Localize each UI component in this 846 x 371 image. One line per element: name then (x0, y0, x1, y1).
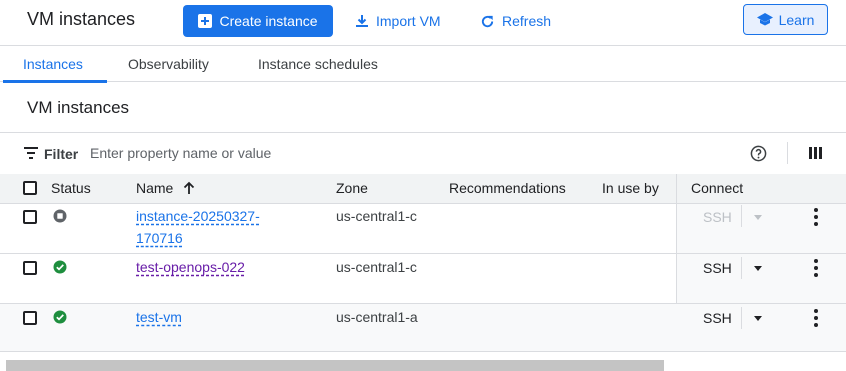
filter-input[interactable] (90, 144, 690, 162)
table-header: Status Name Zone Recommendations In use … (0, 174, 846, 204)
column-header-in-use-by[interactable]: In use by (602, 180, 659, 196)
stopped-status-icon (53, 209, 67, 223)
filter-label: Filter (44, 146, 79, 162)
row-checkbox[interactable] (23, 261, 37, 275)
import-vm-button[interactable]: Import VM (355, 5, 441, 37)
zone-cell: us-central1-a (336, 309, 418, 325)
school-icon (756, 13, 773, 26)
ssh-divider (741, 205, 742, 227)
active-tab-indicator (3, 80, 107, 83)
tab-bar: Instances Observability Instance schedul… (0, 45, 846, 83)
help-icon[interactable] (750, 145, 767, 162)
row-checkbox[interactable] (23, 311, 37, 325)
zone-cell: us-central1-c (336, 208, 417, 224)
learn-button[interactable]: Learn (743, 4, 828, 35)
import-vm-label: Import VM (376, 13, 441, 29)
row-checkbox[interactable] (23, 210, 37, 224)
column-header-zone[interactable]: Zone (336, 180, 368, 196)
create-instance-button[interactable]: Create instance (183, 5, 333, 37)
instance-name-link[interactable]: instance-20250327- 170716 (136, 205, 260, 249)
arrow-up-icon[interactable] (183, 181, 195, 195)
column-display-icon[interactable] (809, 147, 822, 159)
column-header-recommendations[interactable]: Recommendations (449, 180, 566, 196)
tab-instance-schedules[interactable]: Instance schedules (258, 56, 378, 72)
more-actions-icon[interactable] (812, 309, 820, 327)
table-row: instance-20250327- 170716 us-central1-c … (0, 203, 846, 254)
section-title: VM instances (27, 98, 130, 117)
create-instance-label: Create instance (219, 13, 318, 29)
table-row: test-openops-022 us-central1-c SSH (0, 254, 846, 304)
column-header-name[interactable]: Name (136, 180, 173, 196)
ssh-button[interactable]: SSH (703, 310, 732, 326)
filter-icon[interactable] (24, 147, 38, 159)
header-divider (676, 174, 677, 203)
toolbar-divider (787, 142, 788, 164)
ssh-dropdown-icon[interactable] (754, 215, 762, 220)
ssh-button[interactable]: SSH (703, 209, 732, 225)
running-status-icon (53, 260, 67, 274)
more-actions-icon[interactable] (812, 208, 820, 226)
ssh-dropdown-icon[interactable] (754, 316, 762, 321)
add-box-icon (198, 14, 213, 28)
instance-name-line2: 170716 (136, 230, 183, 246)
instance-name-link[interactable]: test-openops-022 (136, 256, 245, 278)
column-header-connect[interactable]: Connect (691, 180, 743, 196)
ssh-divider (741, 307, 742, 329)
tab-observability[interactable]: Observability (128, 56, 209, 72)
refresh-button[interactable]: Refresh (480, 5, 551, 37)
table-row: test-vm us-central1-a SSH (0, 304, 846, 352)
learn-label: Learn (778, 11, 815, 28)
ssh-button[interactable]: SSH (703, 260, 732, 276)
instance-name-link[interactable]: test-vm (136, 306, 182, 328)
select-all-checkbox[interactable] (23, 181, 37, 195)
column-header-status[interactable]: Status (51, 180, 91, 196)
instance-name-line1: instance-20250327- (136, 208, 260, 224)
download-icon (356, 15, 368, 27)
refresh-label: Refresh (502, 13, 552, 29)
refresh-icon (481, 15, 494, 27)
ssh-dropdown-icon[interactable] (754, 266, 762, 271)
running-status-icon (53, 310, 67, 324)
ssh-divider (741, 257, 742, 279)
tab-instances[interactable]: Instances (23, 56, 83, 72)
page-title: VM instances (27, 9, 136, 29)
more-actions-icon[interactable] (812, 259, 820, 277)
scrollbar-thumb[interactable] (6, 360, 664, 371)
zone-cell: us-central1-c (336, 259, 417, 275)
